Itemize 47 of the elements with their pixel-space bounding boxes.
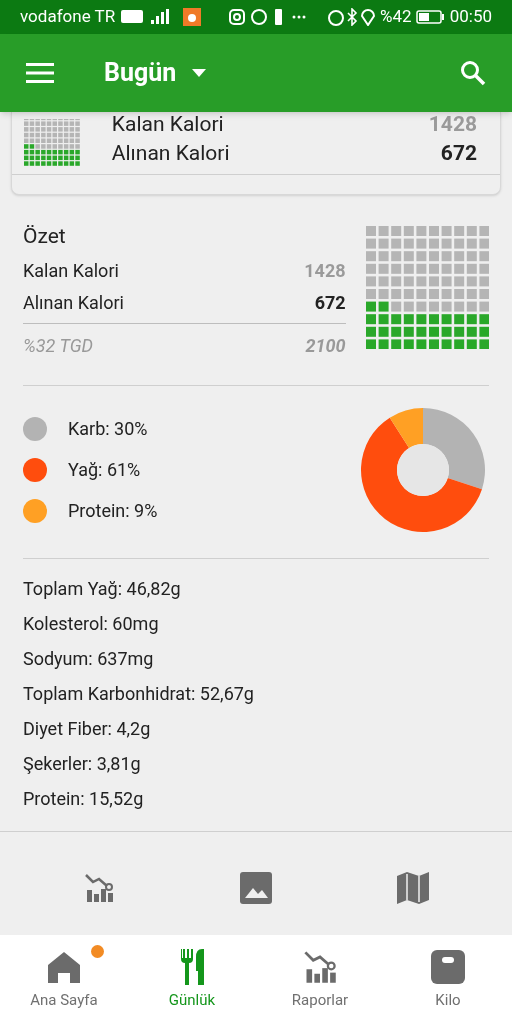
legend-label: Karb: 30% bbox=[68, 417, 148, 441]
nav-tab[interactable]: Kilo bbox=[384, 935, 512, 1024]
calorie-label: Kalan Kalori bbox=[23, 258, 119, 283]
map-icon bbox=[397, 871, 430, 904]
chat-icon bbox=[251, 9, 268, 25]
tdee-label: %32 TGD bbox=[23, 333, 93, 358]
waffle-drawing bbox=[24, 119, 80, 166]
battery-alert-icon bbox=[275, 9, 283, 25]
search-icon[interactable] bbox=[460, 60, 486, 86]
nav-tab[interactable]: Ana Sayfa bbox=[0, 935, 128, 1024]
calorie-value: 1428 bbox=[304, 258, 346, 283]
calorie-value: 672 bbox=[314, 290, 346, 315]
donut-center bbox=[397, 443, 449, 496]
nav-tab[interactable]: Günlük bbox=[128, 935, 256, 1024]
nutrient-text: Şekerler: 3,81g bbox=[23, 751, 142, 776]
house-icon bbox=[46, 949, 82, 985]
nutrient-text: Sodyum: 637mg bbox=[23, 646, 155, 671]
nutrient-text: Toplam Yağ: 46,82g bbox=[23, 576, 182, 601]
date-dropdown[interactable]: Bugün bbox=[104, 54, 207, 92]
chart-icon bbox=[82, 871, 115, 904]
calorie-value: 1428 bbox=[428, 112, 477, 137]
nutrient-text: Toplam Karbonhidrat: 52,67g bbox=[23, 681, 255, 706]
app-notification-icon bbox=[183, 8, 202, 26]
scale-icon bbox=[430, 949, 466, 985]
caret-icon bbox=[192, 69, 207, 77]
calorie-label: Alınan Kalori bbox=[111, 141, 230, 166]
summary-title: Özet bbox=[23, 223, 67, 250]
carrier-text: vodafone TR bbox=[20, 5, 116, 29]
clock-text: 00:50 bbox=[449, 5, 492, 29]
battery-text: %42 bbox=[380, 5, 412, 29]
nav-tab[interactable]: Raporlar bbox=[256, 935, 384, 1024]
legend-label: Protein: 9% bbox=[68, 499, 158, 523]
nutrient-text: Kolesterol: 60mg bbox=[23, 611, 160, 636]
calorie-label: Kalan Kalori bbox=[111, 112, 224, 137]
nutrient-text: Diyet Fiber: 4,2g bbox=[23, 716, 152, 741]
calorie-value: 672 bbox=[440, 141, 477, 166]
tdee-value: 2100 bbox=[305, 333, 346, 358]
battery-icon bbox=[415, 10, 444, 24]
image-icon bbox=[240, 871, 272, 904]
chart-icon bbox=[302, 949, 338, 985]
camera-icon bbox=[229, 9, 246, 25]
legend-label: Yağ: 61% bbox=[68, 458, 141, 482]
more-icon bbox=[292, 15, 307, 19]
nutrient-text: Protein: 15,52g bbox=[23, 786, 145, 811]
calorie-label: Alınan Kalori bbox=[23, 290, 124, 315]
fork-knife-icon bbox=[180, 949, 204, 985]
menu-icon[interactable] bbox=[26, 63, 54, 83]
